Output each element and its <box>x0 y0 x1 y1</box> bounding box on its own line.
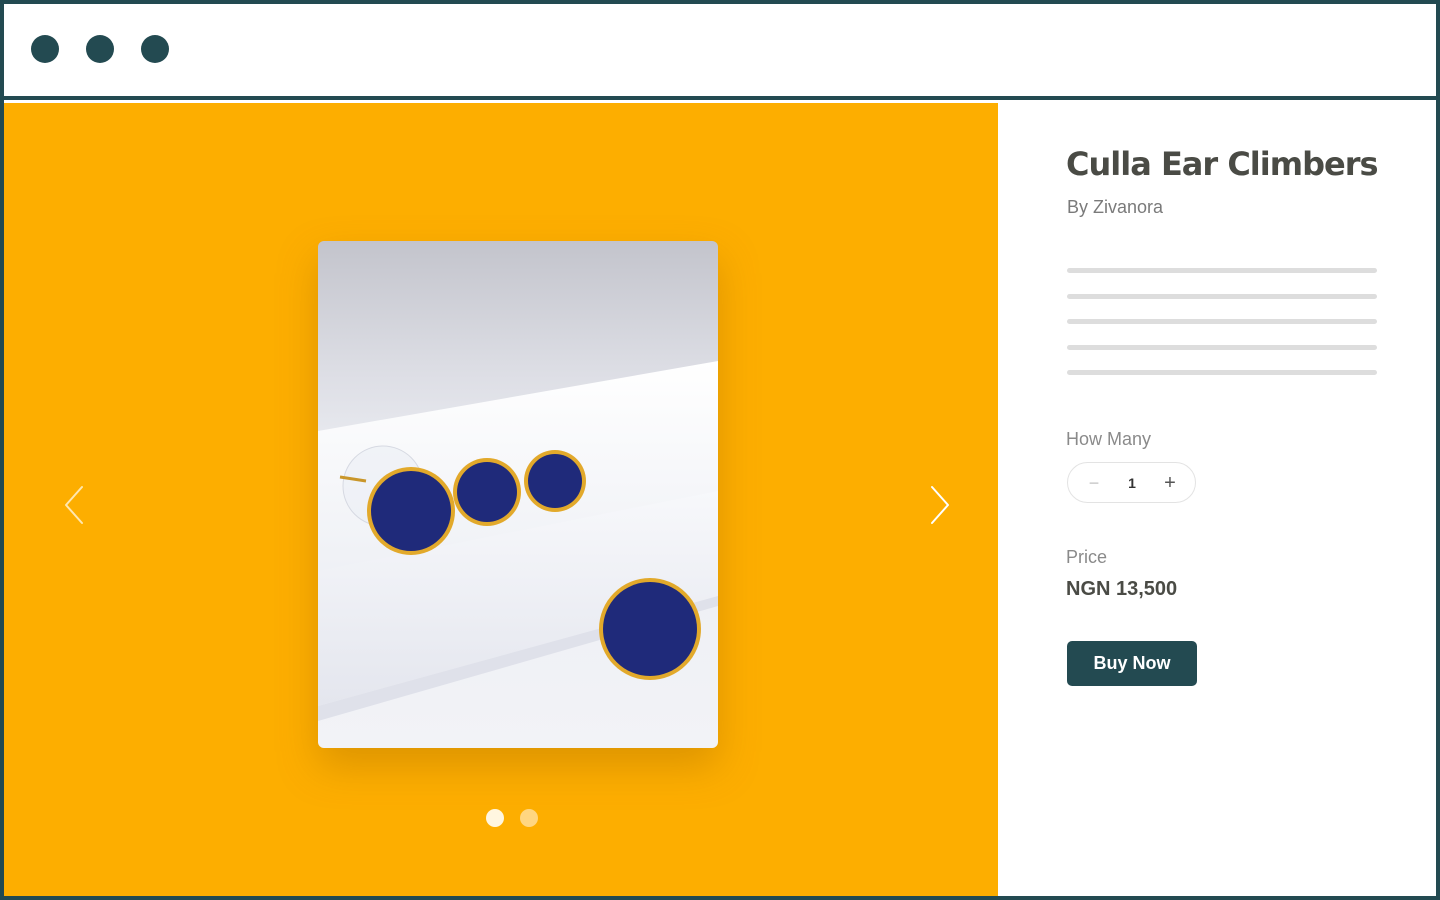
product-photo <box>318 241 718 748</box>
browser-window: Culla Ear Climbers By Zivanora How Many … <box>0 0 1440 900</box>
price-value: NGN 13,500 <box>1066 578 1178 600</box>
quantity-stepper: − 1 + <box>1067 462 1196 503</box>
product-gallery <box>4 103 998 896</box>
chevron-right-icon <box>931 486 949 524</box>
product-byline: By Zivanora <box>1067 197 1164 217</box>
quantity-value[interactable]: 1 <box>1120 473 1144 493</box>
window-dot-maximize[interactable] <box>141 35 169 63</box>
quantity-decrement-button[interactable]: − <box>1084 471 1104 495</box>
quantity-label: How Many <box>1066 429 1152 449</box>
description-line <box>1067 345 1377 350</box>
gallery-prev-button[interactable] <box>60 483 90 527</box>
chevron-left-icon <box>65 486 83 524</box>
window-dot-minimize[interactable] <box>86 35 114 63</box>
window-titlebar <box>4 4 1436 100</box>
description-line <box>1067 319 1377 324</box>
description-line <box>1067 268 1377 273</box>
pager-dot[interactable] <box>520 809 538 827</box>
window-dot-close[interactable] <box>31 35 59 63</box>
description-line <box>1067 294 1377 299</box>
product-details: Culla Ear Climbers By Zivanora How Many … <box>998 103 1436 896</box>
buy-now-button[interactable]: Buy Now <box>1067 641 1197 686</box>
pager-dot-active[interactable] <box>486 809 504 827</box>
gallery-next-button[interactable] <box>924 483 954 527</box>
quantity-increment-button[interactable]: + <box>1160 471 1180 495</box>
product-title: Culla Ear Climbers <box>1066 145 1379 183</box>
price-label: Price <box>1066 547 1108 567</box>
description-line <box>1067 370 1377 375</box>
